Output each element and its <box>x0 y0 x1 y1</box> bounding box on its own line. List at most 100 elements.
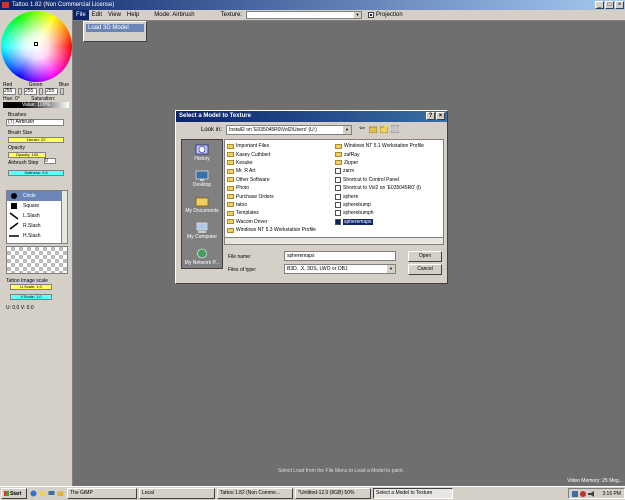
airbrush-step-input[interactable]: 0 <box>44 158 56 164</box>
status-message: Select Load from the File Menu to Load a… <box>278 468 404 474</box>
app-title-bar[interactable]: Tattoo 1.82 (Non Commercial License) _ □… <box>0 0 625 10</box>
minimize-button[interactable]: _ <box>595 1 604 9</box>
list-item[interactable]: Other Software <box>227 176 335 184</box>
brush-list-scrollbar[interactable] <box>61 191 67 243</box>
list-item[interactable]: Shortcut to Control Panel <box>335 176 443 184</box>
close-button[interactable]: × <box>615 1 624 9</box>
brush-size-slider[interactable]: 1brush: 22 <box>8 137 64 143</box>
list-item[interactable]: zarm <box>335 167 443 175</box>
brush-shape-list[interactable]: Circle Square L.Slash R.Slash H.Slash <box>6 190 68 244</box>
brush-shape-square[interactable]: Square <box>7 201 67 211</box>
place-my-network[interactable]: My Network P... <box>182 244 222 270</box>
menu-item-load-3d-model[interactable]: Load 3D Model <box>86 24 144 32</box>
place-desktop[interactable]: Desktop <box>182 166 222 192</box>
v-scale-slider[interactable]: V.Scale: 1.0 <box>10 294 52 300</box>
airbrush-step-label: Airbrush Step <box>8 160 39 166</box>
maximize-button[interactable]: □ <box>605 1 614 9</box>
model-file-icon <box>335 218 341 225</box>
list-item[interactable]: Kasey Cuthbert <box>227 150 335 158</box>
folder-icon <box>227 185 234 191</box>
list-item[interactable]: Important Files <box>227 142 335 150</box>
place-my-computer[interactable]: My Computer <box>182 218 222 244</box>
circle-icon <box>7 192 21 200</box>
blue-input[interactable]: 255 <box>45 88 58 95</box>
brush-shape-hslash[interactable]: H.Slash <box>7 231 67 241</box>
look-in-select[interactable]: Install2 on 'E035045R0\Vol2\Users' (U:) ▼ <box>226 125 352 135</box>
folder-icon <box>227 160 234 166</box>
dialog-close-button[interactable]: × <box>436 112 445 120</box>
desktop-icon[interactable] <box>48 490 55 497</box>
list-item[interactable]: Windows NT 5.1 Workstation Profile <box>335 142 443 150</box>
folder-icon <box>335 160 342 166</box>
value-slider[interactable]: Value: 100% <box>3 102 69 108</box>
list-item[interactable]: Shortcut to Vol2 on 'E035045R0' (I) <box>335 184 443 192</box>
ie-icon[interactable] <box>30 490 37 497</box>
list-item[interactable]: Purchase Orders <box>227 192 335 200</box>
u-scale-slider[interactable]: U.Scale: 1.0 <box>10 284 52 290</box>
list-item[interactable]: Windows NT 5.3 Workstation Profile <box>227 226 335 234</box>
green-spinner[interactable] <box>39 88 43 95</box>
start-button[interactable]: Start <box>1 488 27 499</box>
texture-select[interactable]: ▼ <box>245 11 362 19</box>
list-item[interactable]: Templates <box>227 209 335 217</box>
list-item[interactable]: tatoo <box>227 201 335 209</box>
file-list[interactable]: Important Files Kasey Cuthbert Kesuke Mr… <box>224 139 444 245</box>
dialog-title-bar[interactable]: Select a Model to Texture ? × <box>176 111 447 122</box>
red-input[interactable]: 255 <box>3 88 16 95</box>
list-item[interactable]: Photo <box>227 184 335 192</box>
list-item[interactable]: spherebumph <box>335 209 443 217</box>
green-input[interactable]: 255 <box>24 88 37 95</box>
projection-checkbox[interactable] <box>367 12 374 18</box>
brush-shape-lslash[interactable]: L.Slash <box>7 211 67 221</box>
model-file-icon <box>335 193 341 200</box>
volume-tray-icon[interactable] <box>588 490 595 497</box>
list-item[interactable]: Zipper <box>335 159 443 167</box>
brush-shape-circle[interactable]: Circle <box>7 191 67 201</box>
list-item[interactable]: sphere <box>335 192 443 200</box>
network-tray-icon[interactable] <box>572 490 579 497</box>
blue-spinner[interactable] <box>60 88 64 95</box>
brushes-select[interactable]: (T) Airbrush <box>6 119 64 126</box>
list-item[interactable]: spherebump <box>335 201 443 209</box>
task-untitled[interactable]: *Untitled-12.0 (8GB) 50% <box>295 488 371 499</box>
cancel-button[interactable]: Cancel <box>408 264 442 275</box>
file-type-select[interactable]: B3D, .X, 3DS, LWO or OBJ ▼ <box>284 264 396 274</box>
folder-icon <box>227 202 234 208</box>
opacity-slider[interactable]: Opacity: 100 <box>8 152 46 158</box>
list-item-selected[interactable]: spheremaps <box>335 218 443 226</box>
new-folder-icon[interactable] <box>379 125 389 134</box>
tool-panel: Red Green Blue 255 255 255 Hue: 0° Satur… <box>0 10 73 486</box>
outlook-icon[interactable] <box>39 490 46 497</box>
view-menu-icon[interactable] <box>390 125 400 133</box>
task-select-model[interactable]: Select a Model to Texture <box>373 488 453 499</box>
dialog-help-button[interactable]: ? <box>426 112 435 120</box>
task-local[interactable]: Local <box>139 488 215 499</box>
brush-shape-rslash[interactable]: R.Slash <box>7 221 67 231</box>
antivirus-tray-icon[interactable] <box>580 490 587 497</box>
status-bar: Select Load from the File Menu to Load a… <box>73 468 625 486</box>
taskbar: Start The GIMP Local Tattoo 1.82 (Non Co… <box>0 486 625 500</box>
back-arrow-icon[interactable]: ⇦ <box>358 125 366 133</box>
texture-label: Texture: <box>220 12 242 18</box>
open-button[interactable]: Open <box>408 251 442 262</box>
menu-help[interactable]: Help <box>124 10 142 20</box>
place-my-documents[interactable]: My Documents <box>182 192 222 218</box>
color-picker-marker[interactable] <box>34 42 38 46</box>
softness-slider[interactable]: Softness: 0.5 <box>8 170 64 176</box>
list-item[interactable]: Mr. R Art <box>227 167 335 175</box>
menu-edit[interactable]: Edit <box>89 10 105 20</box>
menu-file[interactable]: File <box>73 10 89 20</box>
menu-view[interactable]: View <box>105 10 124 20</box>
place-history[interactable]: History <box>182 140 222 166</box>
list-item[interactable]: Wacom Driver <box>227 218 335 226</box>
up-folder-icon[interactable] <box>368 125 378 134</box>
red-spinner[interactable] <box>18 88 22 95</box>
list-item[interactable]: zafRay <box>335 150 443 158</box>
file-list-scrollbar[interactable] <box>225 237 443 244</box>
task-gimp[interactable]: The GIMP <box>67 488 137 499</box>
folder-icon[interactable] <box>57 490 64 497</box>
list-item[interactable]: Kesuke <box>227 159 335 167</box>
color-wheel[interactable] <box>1 11 72 82</box>
file-name-input[interactable]: spheremaps <box>284 251 396 261</box>
task-tattoo[interactable]: Tattoo 1.82 (Non Comme... <box>217 488 293 499</box>
